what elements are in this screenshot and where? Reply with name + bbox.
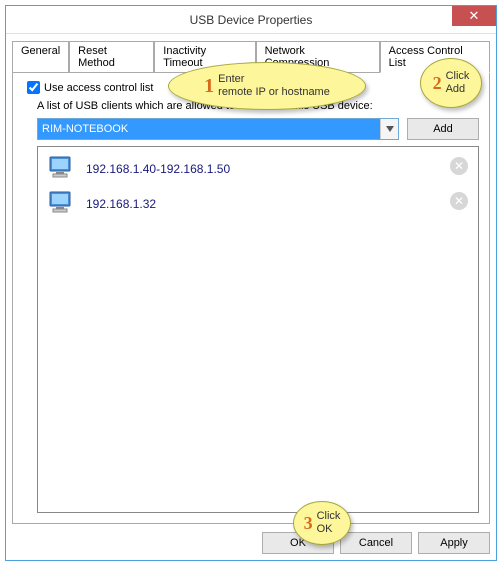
host-combobox[interactable]: [37, 118, 399, 140]
close-icon: ✕: [454, 159, 464, 173]
combo-dropdown-button[interactable]: [380, 119, 398, 139]
dialog-buttons: OK Cancel Apply: [12, 524, 490, 554]
computer-icon: [48, 155, 76, 182]
use-acl-checkbox[interactable]: [27, 81, 40, 94]
callout-number: 3: [304, 513, 313, 534]
content-area: General Reset Method Inactivity Timeout …: [6, 34, 496, 560]
callout-text: Click Add: [446, 70, 470, 95]
close-icon: ✕: [469, 8, 480, 24]
callout-2: 2 Click Add: [420, 58, 482, 108]
chevron-down-icon: [386, 126, 394, 132]
titlebar: USB Device Properties ✕: [6, 6, 496, 34]
remove-entry-button[interactable]: ✕: [450, 157, 468, 175]
callout-3: 3 Click OK: [293, 501, 351, 545]
window-title: USB Device Properties: [190, 13, 313, 27]
list-item-text: 192.168.1.32: [86, 197, 156, 211]
callout-text: Click OK: [317, 510, 341, 535]
close-icon: ✕: [454, 194, 464, 208]
use-acl-label: Use access control list: [44, 82, 153, 94]
add-entry-row: Add: [37, 118, 479, 140]
list-item-text: 192.168.1.40-192.168.1.50: [86, 162, 230, 176]
apply-button[interactable]: Apply: [418, 532, 490, 554]
tab-general[interactable]: General: [12, 41, 69, 73]
list-item[interactable]: 192.168.1.32 ✕: [42, 186, 474, 221]
cancel-button[interactable]: Cancel: [340, 532, 412, 554]
callout-text: Enter remote IP or hostname: [218, 73, 330, 98]
callout-number: 1: [204, 75, 214, 98]
host-input[interactable]: [38, 119, 380, 139]
acl-listbox[interactable]: 192.168.1.40-192.168.1.50 ✕ 192.168.1.32…: [37, 146, 479, 513]
list-item[interactable]: 192.168.1.40-192.168.1.50 ✕: [42, 151, 474, 186]
tab-panel-acl: Use access control list A list of USB cl…: [12, 72, 490, 524]
close-button[interactable]: ✕: [452, 6, 496, 26]
callout-1: 1 Enter remote IP or hostname: [168, 62, 366, 110]
properties-window: USB Device Properties ✕ General Reset Me…: [5, 5, 497, 561]
callout-number: 2: [433, 73, 442, 94]
add-button[interactable]: Add: [407, 118, 479, 140]
tab-reset-method[interactable]: Reset Method: [69, 41, 154, 73]
computer-icon: [48, 190, 76, 217]
remove-entry-button[interactable]: ✕: [450, 192, 468, 210]
